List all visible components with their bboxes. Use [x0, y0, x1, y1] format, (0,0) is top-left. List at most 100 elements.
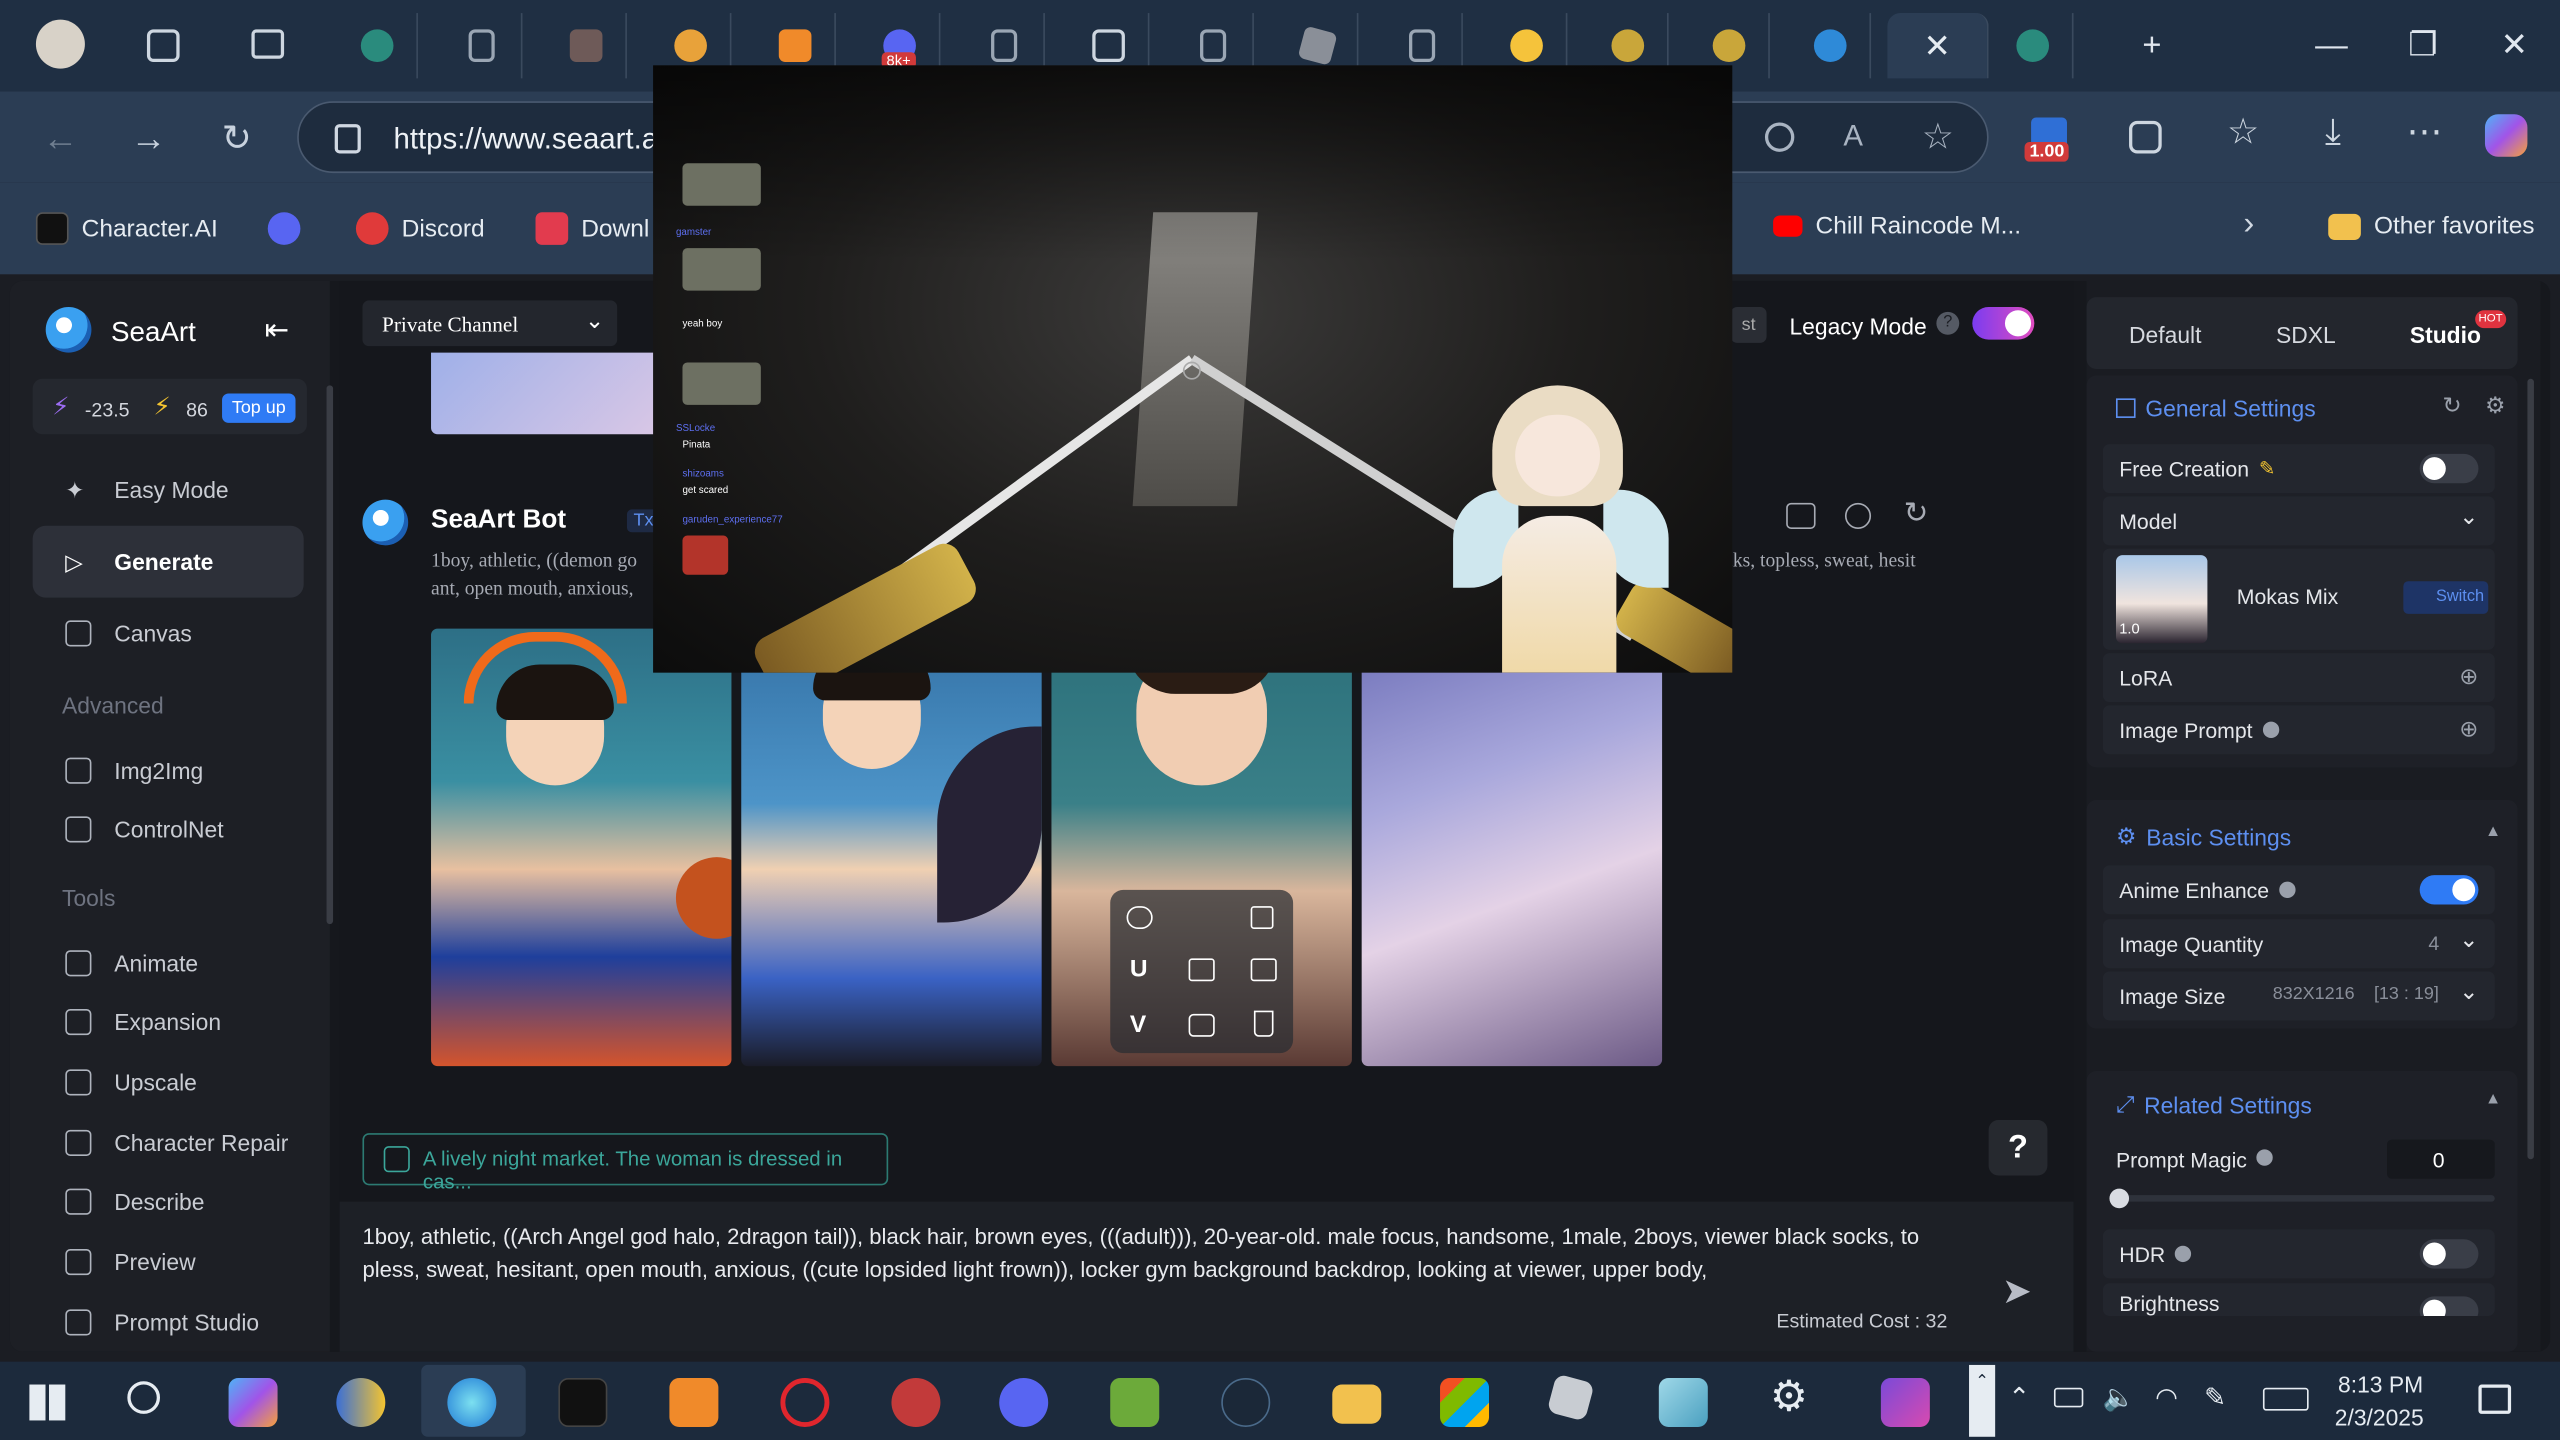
- favorite-link[interactable]: Chill Raincode M...: [1773, 212, 2021, 240]
- save-icon[interactable]: [1250, 906, 1274, 930]
- close-tab-icon[interactable]: ✕: [1923, 25, 1950, 66]
- topup-button[interactable]: Top up: [222, 393, 296, 423]
- clock-time[interactable]: 8:13 PM: [2338, 1371, 2423, 1397]
- previous-image-strip[interactable]: [431, 352, 660, 435]
- workspaces-icon[interactable]: [146, 29, 180, 63]
- taskbar-scroll-up-icon[interactable]: ⌃: [1969, 1364, 1996, 1437]
- back-icon[interactable]: ←: [36, 114, 85, 163]
- plus-icon[interactable]: ⊕: [2459, 663, 2478, 691]
- nav-easy-mode[interactable]: ✦ Easy Mode: [33, 454, 304, 526]
- volume-icon[interactable]: 🔈: [2103, 1381, 2136, 1414]
- model-row[interactable]: Model ⌄: [2102, 496, 2495, 546]
- steam-icon[interactable]: [1221, 1377, 1271, 1427]
- translate-icon[interactable]: [1786, 502, 1816, 529]
- tiktok-icon[interactable]: [558, 1377, 608, 1427]
- slider-handle[interactable]: [2109, 1188, 2130, 1209]
- zoom-icon[interactable]: [1764, 122, 1795, 152]
- app-icon[interactable]: [669, 1377, 719, 1427]
- image-quantity-row[interactable]: Image Quantity 4 ⌄: [2102, 919, 2495, 969]
- help-circle-icon[interactable]: ?: [1936, 311, 1960, 335]
- suggestion-chip[interactable]: A lively night market. The woman is dres…: [362, 1133, 889, 1194]
- app-icon[interactable]: [1658, 1377, 1708, 1427]
- prompt-input[interactable]: 1boy, athletic, ((Arch Angel god halo, 2…: [339, 1201, 2074, 1352]
- free-creation-toggle[interactable]: [2419, 453, 2479, 484]
- new-tab-icon[interactable]: +: [2129, 23, 2175, 69]
- info-icon[interactable]: [1844, 502, 1872, 529]
- tab-studio[interactable]: Studio: [2410, 322, 2481, 348]
- profile-avatar[interactable]: [35, 19, 85, 69]
- clock-date[interactable]: 2/3/2025: [2335, 1404, 2424, 1430]
- generated-image-2[interactable]: [741, 628, 1042, 1067]
- collapse-caret-icon[interactable]: ▲: [2485, 1091, 2501, 1109]
- app-icon[interactable]: [891, 1377, 941, 1427]
- notifications-icon[interactable]: [2478, 1384, 2512, 1414]
- chat-icon[interactable]: [1126, 906, 1153, 930]
- read-aloud-icon[interactable]: A: [1843, 119, 1863, 153]
- roblox-icon[interactable]: [1546, 1373, 1595, 1422]
- help-button[interactable]: ?: [1988, 1120, 2048, 1176]
- close-window-icon[interactable]: ✕: [2492, 23, 2538, 69]
- app-icon[interactable]: [1880, 1377, 1930, 1427]
- browser-tab[interactable]: [441, 13, 523, 79]
- hdr-toggle[interactable]: [2419, 1239, 2479, 1269]
- forward-icon[interactable]: →: [124, 114, 173, 163]
- send-icon[interactable]: ➤: [2002, 1270, 2032, 1312]
- image-size-row[interactable]: Image Size 832X1216 [13 : 19] ⌄: [2102, 971, 2495, 1021]
- nav-controlnet[interactable]: ControlNet: [33, 793, 304, 865]
- anime-enhance-toggle[interactable]: [2419, 875, 2479, 905]
- opera-icon[interactable]: [780, 1377, 830, 1427]
- favorites-icon[interactable]: ☆: [2227, 111, 2259, 153]
- variation-v-button[interactable]: V: [1130, 1011, 1146, 1039]
- legacy-mode-toggle[interactable]: [1972, 306, 2035, 340]
- plus-icon[interactable]: ⊕: [2459, 715, 2478, 743]
- collapse-sidebar-icon[interactable]: ⇤: [264, 313, 289, 347]
- refresh-icon[interactable]: ↻: [212, 114, 261, 163]
- generated-image-1[interactable]: [431, 628, 732, 1067]
- favorite-link[interactable]: Character.AI: [35, 212, 218, 245]
- channel-select[interactable]: Private Channel ⌄: [362, 300, 618, 347]
- favorite-link[interactable]: Discord: [355, 212, 485, 245]
- upscale-u-button[interactable]: U: [1130, 955, 1148, 983]
- keyboard-icon[interactable]: [2262, 1387, 2309, 1411]
- discord-icon[interactable]: [999, 1377, 1049, 1427]
- copilot-icon[interactable]: [2484, 114, 2528, 157]
- nav-generate[interactable]: ▷ Generate: [32, 525, 304, 598]
- nav-prompt-studio[interactable]: Prompt Studio: [33, 1287, 304, 1352]
- sidebar-scrollbar[interactable]: [326, 385, 334, 925]
- generated-image-3[interactable]: U V: [1051, 628, 1352, 1067]
- settings-gear-icon[interactable]: ⚙: [1770, 1371, 1808, 1422]
- nav-canvas[interactable]: Canvas: [33, 598, 304, 670]
- image-prompt-row[interactable]: Image Prompt ⊕: [2102, 705, 2495, 755]
- copilot-app-icon[interactable]: [228, 1377, 278, 1427]
- app-icon[interactable]: [1110, 1377, 1160, 1427]
- tab-actions-icon[interactable]: [251, 29, 285, 59]
- pip-stream-window[interactable]: gamster yeah boy SSLocke Pinata shizoams…: [653, 65, 1733, 673]
- favorite-star-icon[interactable]: ☆: [1922, 116, 1954, 158]
- settings-scrollbar[interactable]: [2527, 378, 2534, 1160]
- browser-tab[interactable]: [1789, 13, 1872, 79]
- gear-icon[interactable]: ⚙: [2485, 392, 2506, 420]
- switch-model-button[interactable]: Switch: [2403, 581, 2489, 614]
- reset-icon[interactable]: ↻: [2443, 392, 2462, 420]
- video-icon[interactable]: [1250, 958, 1277, 982]
- windows-start-icon[interactable]: [29, 1384, 66, 1421]
- chevron-right-icon[interactable]: ›: [2243, 206, 2254, 244]
- downloads-icon[interactable]: ⤓: [2325, 111, 2341, 153]
- favorite-link[interactable]: [267, 212, 301, 245]
- pen-icon[interactable]: ✎: [2204, 1381, 2226, 1414]
- model-card[interactable]: 1.0 Mokas Mix Switch: [2102, 548, 2495, 650]
- app-icon[interactable]: [336, 1377, 386, 1427]
- file-explorer-icon[interactable]: [1332, 1384, 1382, 1424]
- image-edit-icon[interactable]: [1188, 958, 1215, 982]
- brightness-toggle[interactable]: [2419, 1296, 2479, 1316]
- edge-icon[interactable]: [447, 1377, 497, 1427]
- other-favorites[interactable]: Other favorites: [2328, 212, 2535, 240]
- extensions-icon[interactable]: [2129, 120, 2162, 154]
- generated-image-4-placeholder[interactable]: [1361, 628, 1663, 1067]
- collapse-caret-icon[interactable]: ▲: [2485, 823, 2501, 841]
- browser-tab-active[interactable]: ✕: [1887, 13, 1989, 79]
- prompt-magic-slider[interactable]: [2109, 1188, 2495, 1209]
- gallery-icon[interactable]: [1188, 1013, 1215, 1037]
- browser-tab[interactable]: [1992, 13, 2074, 79]
- browser-tab[interactable]: [545, 13, 627, 79]
